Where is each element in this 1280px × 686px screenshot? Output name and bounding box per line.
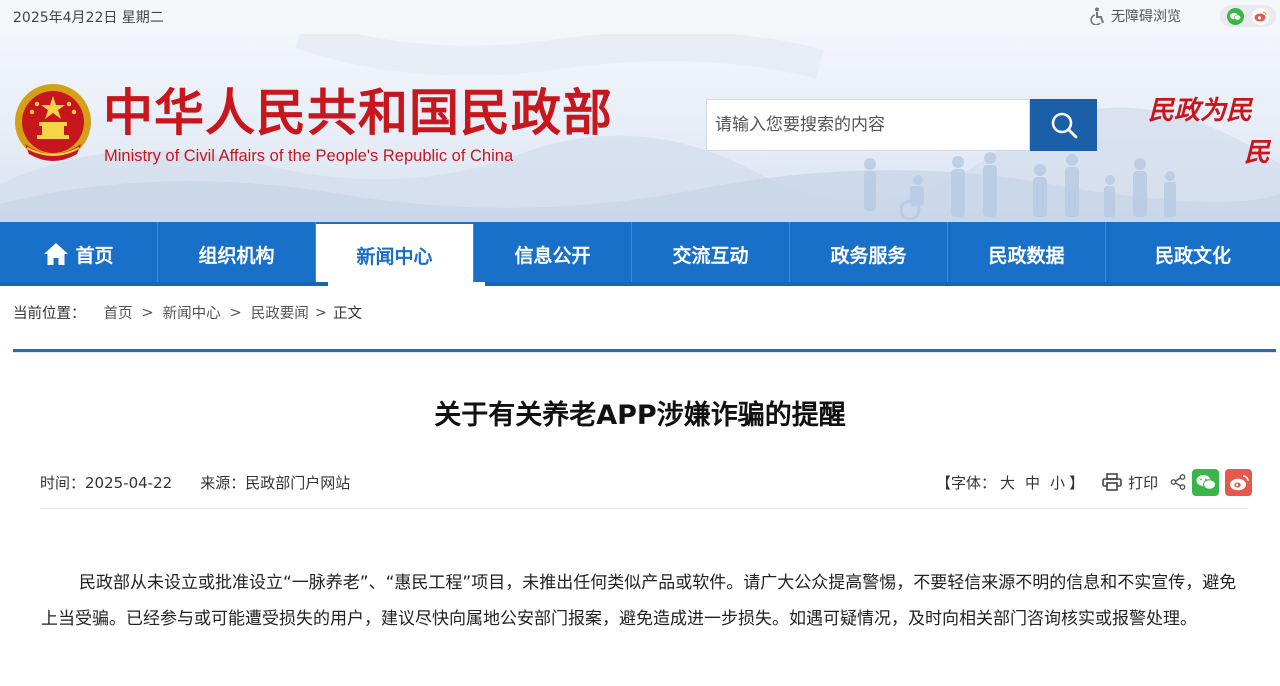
search-button[interactable] — [1030, 99, 1097, 151]
nav-item-news-center[interactable]: 新闻中心 — [316, 224, 474, 288]
slogan-line-2: 民 — [1244, 138, 1271, 168]
top-share-group — [1220, 5, 1276, 27]
nav-item-organization[interactable]: 组织机构 — [158, 222, 316, 286]
printer-icon — [1102, 473, 1122, 491]
font-size-small[interactable]: 小 — [1050, 472, 1065, 493]
nav-item-home[interactable]: 首页 — [0, 222, 158, 286]
accessibility-link[interactable]: 无障碍浏览 — [1090, 6, 1181, 26]
article-title: 关于有关养老APP涉嫌诈骗的提醒 — [434, 400, 846, 431]
nav-active-gap — [328, 282, 485, 286]
nav-item-label: 民政文化 — [1154, 244, 1231, 267]
font-size-label-close: 】 — [1069, 473, 1085, 492]
site-subtitle: Ministry of Civil Affairs of the People'… — [104, 147, 514, 165]
site-title[interactable]: 中华人民共和国民政部 — [103, 84, 613, 142]
nav-item-label: 信息公开 — [514, 244, 591, 267]
weibo-share-icon[interactable] — [1225, 468, 1253, 496]
nav-item-data[interactable]: 民政数据 — [948, 222, 1106, 286]
nav-item-services[interactable]: 政务服务 — [790, 222, 948, 286]
article-body: 民政部从未设立或批准设立“一脉养老”、“惠民工程”项目，未推出任何类似产品或软件… — [41, 573, 1237, 629]
national-emblem-icon — [15, 84, 91, 161]
breadcrumb-separator: > — [229, 304, 242, 321]
nav-item-label: 交流互动 — [672, 244, 749, 267]
meta-divider — [40, 508, 1248, 509]
accessibility-icon — [1090, 7, 1104, 25]
site-header: 中华人民共和国民政部 Ministry of Civil Affairs of … — [0, 34, 1280, 222]
weibo-icon[interactable] — [1251, 7, 1269, 25]
content-top-subrule — [13, 352, 1276, 353]
current-date: 2025年4月22日 星期二 — [13, 10, 164, 26]
accessibility-label: 无障碍浏览 — [1111, 9, 1181, 25]
nav-item-interaction[interactable]: 交流互动 — [632, 222, 790, 286]
wechat-share-icon[interactable] — [1192, 468, 1220, 496]
breadcrumb-lead: 当前位置： — [13, 306, 86, 322]
home-icon — [44, 243, 69, 265]
breadcrumb-news-center[interactable]: 新闻中心 — [163, 302, 221, 323]
breadcrumb-separator: > — [141, 304, 154, 321]
nav-item-label: 新闻中心 — [356, 245, 433, 268]
search-input[interactable] — [707, 100, 1029, 150]
nav-item-info-disclosure[interactable]: 信息公开 — [474, 222, 632, 286]
nav-bottom-strip — [0, 282, 1280, 286]
nav-item-label: 政务服务 — [830, 244, 907, 267]
share-icon[interactable] — [1170, 474, 1186, 490]
breadcrumb-home[interactable]: 首页 — [104, 302, 133, 323]
search-box — [706, 99, 1030, 151]
print-button[interactable]: 打印 — [1102, 472, 1158, 493]
slogan-line-1: 民政为民 — [1148, 96, 1253, 126]
breadcrumb-separator: > — [314, 304, 327, 321]
article-time: 时间：2025-04-22 — [40, 474, 173, 492]
article-tools: 【字体： 大 中 小 】 打印 — [936, 466, 1253, 498]
article-meta: 时间：2025-04-22 来源：民政部门户网站 — [40, 472, 350, 493]
main-navigation: 首页 组织机构 新闻中心 信息公开 交流互动 政务服务 民政数据 民政文化 — [0, 222, 1280, 288]
people-silhouette-art — [864, 152, 1176, 221]
top-bar: 2025年4月22日 星期二 无障碍浏览 — [0, 0, 1280, 34]
nav-item-culture[interactable]: 民政文化 — [1106, 222, 1280, 286]
print-label: 打印 — [1128, 473, 1159, 492]
nav-item-label: 民政数据 — [988, 244, 1065, 267]
font-size-medium[interactable]: 中 — [1025, 472, 1040, 493]
article-source: 来源：民政部门户网站 — [200, 474, 351, 492]
nav-item-label: 组织机构 — [198, 244, 275, 267]
font-size-large[interactable]: 大 — [1000, 472, 1015, 493]
breadcrumb-current: 正文 — [332, 306, 362, 322]
breadcrumb-ministry-news[interactable]: 民政要闻 — [251, 302, 309, 323]
wechat-icon[interactable] — [1227, 7, 1245, 25]
breadcrumb: 当前位置： 首页 > 新闻中心 > 民政要闻 > 正文 — [13, 302, 362, 323]
font-size-label: 【字体： — [936, 473, 997, 492]
nav-item-label: 首页 — [75, 244, 114, 267]
search-icon — [1051, 112, 1077, 139]
